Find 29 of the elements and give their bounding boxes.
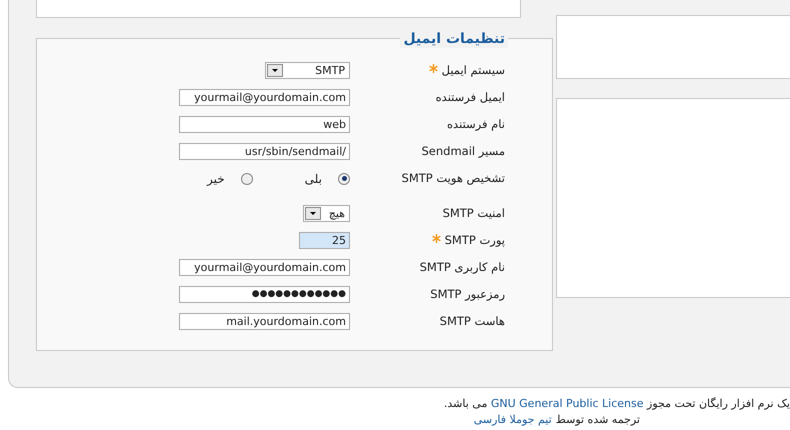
field-label: هاست SMTP [440,312,505,330]
legend: تنظیمات ایمیل [400,30,508,48]
input-field[interactable]: usr/sbin/sendmail/ [179,143,350,160]
dropdown[interactable]: SMTP [265,62,350,79]
input-field[interactable]: web [179,116,350,133]
field-label: مسیر Sendmail [422,142,505,160]
input-field[interactable]: yourmail@yourdomain.com [179,89,350,106]
input-field[interactable]: mail.yourdomain.com [179,313,350,330]
field-label: رمزعبور SMTP [430,286,505,303]
radio-label: بلی [304,170,322,188]
field-label: نام کاربری SMTP [420,258,505,276]
license-link[interactable]: GNU General Public License [490,397,644,410]
dropdown[interactable]: هیچ [303,205,350,222]
credit-text: ترجمه شده توسط [556,412,640,428]
password-field[interactable]: ●●●●●●●●●●●● [179,286,350,303]
credit-link[interactable]: تیم جوملا فارسی [474,412,552,428]
caret-icon [305,207,321,220]
field-label: ایمیل فرستنده [436,88,505,106]
radio-button[interactable] [240,172,253,184]
field-label: تشخیص هویت SMTP [402,170,505,187]
caret-icon [267,64,283,77]
field-label: امنیت SMTP [442,204,505,222]
input-field[interactable]: 25 [299,232,350,249]
field-label: پورت SMTP [444,232,505,249]
field-label: نام فرستنده [447,116,505,133]
radio-button[interactable] [338,172,350,184]
field-label: سیستم ایمیل [442,62,505,79]
radio-label: خیر [207,170,225,188]
input-field[interactable]: yourmail@yourdomain.com [179,259,350,276]
